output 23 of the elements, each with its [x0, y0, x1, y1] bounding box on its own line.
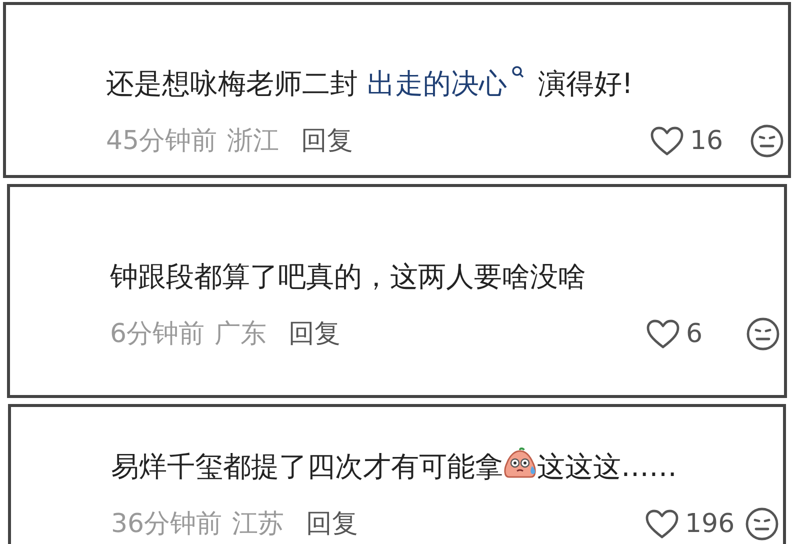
like-count: 196	[685, 508, 735, 540]
reply-button[interactable]: 回复	[306, 508, 358, 540]
comment-time: 36分钟前	[111, 508, 222, 540]
reply-button[interactable]: 回复	[288, 318, 341, 350]
comment-text: 易烊千玺都提了四次才有可能拿 这这这……	[111, 447, 779, 485]
comment-text: 还是想咏梅老师二封 出走的决心 演得好!	[106, 65, 634, 102]
topic-link[interactable]: 出走的决心	[366, 67, 507, 100]
face-icon[interactable]	[750, 124, 784, 158]
comment-time: 45分钟前	[106, 125, 218, 157]
like-count: 16	[690, 125, 724, 157]
reply-button[interactable]: 回复	[301, 125, 354, 157]
comment-region: 广东	[214, 318, 267, 350]
comment-text: 钟跟段都算了吧真的，这两人要啥没啥	[110, 259, 587, 295]
comment-region: 江苏	[232, 508, 284, 540]
face-icon[interactable]	[745, 507, 779, 541]
like-count: 6	[686, 318, 703, 350]
emoji-icon	[503, 447, 537, 481]
heart-icon[interactable]	[645, 509, 679, 539]
comment-region: 浙江	[227, 125, 280, 157]
face-icon[interactable]	[746, 317, 780, 351]
heart-icon[interactable]	[650, 126, 684, 156]
comment-time: 6分钟前	[110, 318, 205, 350]
heart-icon[interactable]	[646, 319, 680, 349]
